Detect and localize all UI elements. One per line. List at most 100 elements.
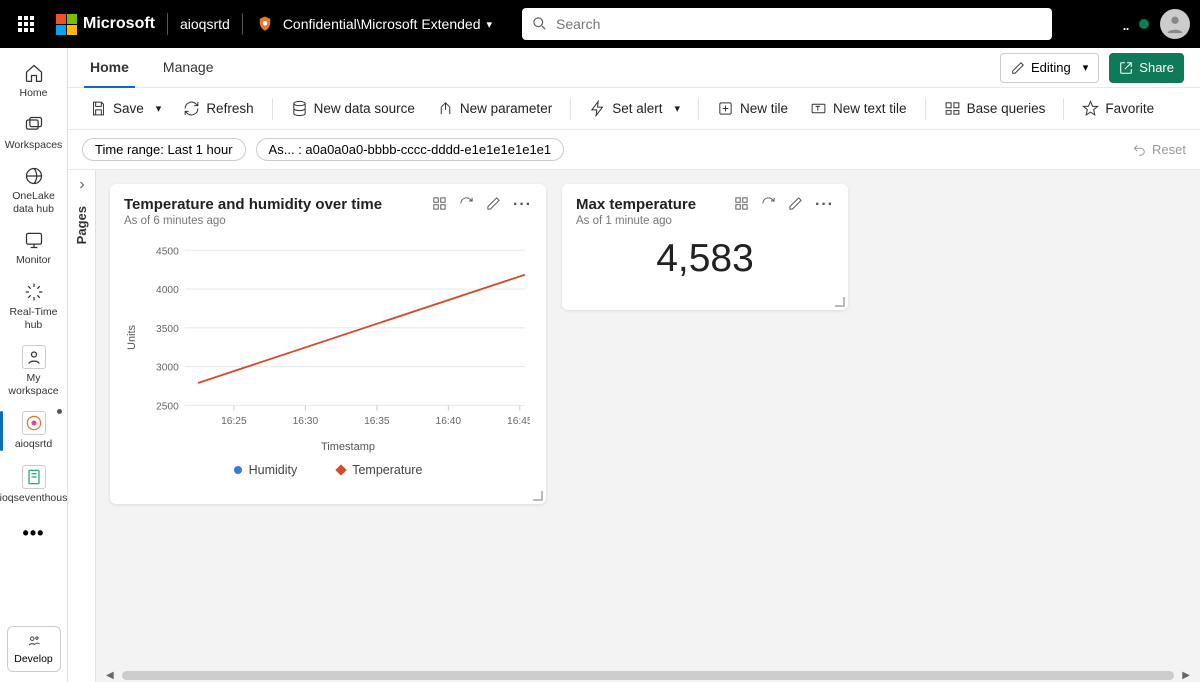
tile-temperature-humidity[interactable]: Temperature and humidity over time As of… (110, 184, 546, 504)
nav-eventhouse[interactable]: aioqseventhouse (4, 459, 64, 511)
tile-timestamp: As of 6 minutes ago (124, 215, 382, 227)
develop-icon (25, 634, 43, 651)
nav-workspaces[interactable]: Workspaces (4, 108, 64, 158)
undo-icon (1132, 143, 1146, 157)
database-icon (291, 100, 308, 117)
nav-my-workspace[interactable]: My workspace (4, 339, 64, 403)
star-icon (1082, 100, 1099, 117)
xtick: 16:30 (293, 416, 319, 427)
chevron-down-icon: ▾ (674, 102, 680, 115)
separator (242, 13, 243, 35)
nav-label: aioqsrtd (15, 438, 52, 451)
brand-text: Microsoft (83, 15, 155, 33)
metric-value: 4,583 (562, 237, 848, 281)
tile-explore-icon[interactable] (734, 196, 749, 216)
dashboard-icon (22, 411, 46, 435)
set-alert-button[interactable]: Set alert ▾ (581, 96, 688, 121)
text-tile-icon (810, 100, 827, 117)
alert-label: Set alert (612, 101, 662, 116)
nav-realtime[interactable]: Real-Time hub (4, 275, 64, 337)
monitor-icon (24, 229, 44, 251)
tile-icon (717, 100, 734, 117)
develop-button[interactable]: Develop (7, 626, 61, 672)
asset-chip[interactable]: As... : a0a0a0a0-bbbb-cccc-dddd-e1e1e1e1… (256, 138, 565, 161)
nav-label: Monitor (16, 254, 51, 267)
xtick: 16:40 (436, 416, 462, 427)
legend-humidity[interactable]: Humidity (234, 463, 298, 477)
tile-timestamp: As of 1 minute ago (576, 215, 696, 227)
refresh-icon (183, 100, 200, 117)
share-icon (1119, 61, 1133, 75)
scroll-right-icon[interactable]: ▶ (1182, 670, 1190, 681)
ytick: 4500 (156, 246, 179, 257)
line-chart: 4500 4000 3500 3000 2500 (142, 235, 530, 439)
favorite-button[interactable]: Favorite (1074, 96, 1162, 121)
search-icon (532, 16, 547, 36)
save-icon (90, 100, 107, 117)
workspace-context[interactable]: aioqsrtd (180, 16, 230, 32)
app-launcher-icon[interactable] (10, 8, 42, 40)
search-input[interactable] (522, 8, 1052, 40)
editing-label: Editing (1031, 60, 1071, 75)
tile-edit-icon[interactable] (788, 196, 803, 216)
new-text-tile-button[interactable]: New text tile (802, 96, 915, 121)
ytick: 2500 (156, 401, 179, 412)
global-header: Microsoft aioqsrtd Confidential\Microsof… (0, 0, 1200, 48)
scrollbar-track[interactable] (122, 671, 1175, 680)
resize-handle[interactable] (533, 491, 543, 501)
scroll-left-icon[interactable]: ◀ (106, 670, 114, 681)
confidentiality-label: Confidential\Microsoft Extended (283, 16, 481, 32)
realtime-icon (24, 281, 44, 303)
nav-home[interactable]: Home (4, 56, 64, 106)
confidentiality-dropdown[interactable]: Confidential\Microsoft Extended ▾ (255, 14, 492, 34)
editing-dropdown[interactable]: Editing ▾ (1000, 53, 1099, 83)
tile-more-icon[interactable]: ··· (815, 196, 834, 216)
tab-home[interactable]: Home (84, 48, 135, 88)
nav-label: Real-Time hub (4, 306, 64, 331)
tab-manage[interactable]: Manage (157, 48, 220, 88)
base-queries-button[interactable]: Base queries (936, 96, 1054, 121)
alert-icon (589, 100, 606, 117)
home-icon (24, 62, 44, 84)
new-parameter-button[interactable]: New parameter (429, 96, 560, 121)
nav-monitor[interactable]: Monitor (4, 223, 64, 273)
resize-handle[interactable] (835, 297, 845, 307)
ytick: 3500 (156, 324, 179, 335)
tile-edit-icon[interactable] (486, 196, 501, 216)
xtick: 16:25 (221, 416, 247, 427)
tile-refresh-icon[interactable] (459, 196, 474, 216)
new-datasource-button[interactable]: New data source (283, 96, 423, 121)
search-container (522, 8, 1052, 40)
chart-legend: Humidity Temperature (126, 463, 530, 477)
nav-label: My workspace (4, 372, 64, 397)
share-label: Share (1139, 60, 1174, 75)
tile-refresh-icon[interactable] (761, 196, 776, 216)
user-avatar[interactable] (1160, 9, 1190, 39)
time-range-chip[interactable]: Time range: Last 1 hour (82, 138, 246, 161)
more-icon[interactable]: .. (1122, 14, 1128, 35)
tile-more-icon[interactable]: ··· (513, 196, 532, 216)
nav-onelake[interactable]: OneLake data hub (4, 159, 64, 221)
new-text-label: New text tile (833, 101, 907, 116)
nav-more[interactable]: ••• (23, 513, 45, 554)
filter-bar: Time range: Last 1 hour As... : a0a0a0a0… (68, 130, 1200, 170)
nav-label: aioqseventhouse (0, 492, 68, 505)
board[interactable]: Temperature and humidity over time As of… (96, 170, 1200, 682)
pages-rail-label[interactable]: Pages (74, 206, 89, 244)
toolbar: Save▾ Refresh New data source New parame… (68, 88, 1200, 130)
horizontal-scrollbar[interactable]: ◀ ▶ (96, 668, 1200, 682)
tile-explore-icon[interactable] (432, 196, 447, 216)
base-queries-label: Base queries (967, 101, 1046, 116)
nav-aioqsrtd[interactable]: aioqsrtd (4, 405, 64, 457)
share-button[interactable]: Share (1109, 53, 1184, 83)
legend-temperature[interactable]: Temperature (337, 463, 422, 477)
chart-ylabel: Units (126, 235, 138, 439)
reset-button[interactable]: Reset (1132, 142, 1186, 157)
save-button[interactable]: Save▾ (82, 96, 169, 121)
expand-rail-icon[interactable] (76, 178, 88, 196)
main-area: Home Manage Editing ▾ Share Save▾ Refres… (68, 48, 1200, 682)
refresh-button[interactable]: Refresh (175, 96, 261, 121)
new-ds-label: New data source (314, 101, 415, 116)
new-tile-button[interactable]: New tile (709, 96, 796, 121)
tile-max-temperature[interactable]: Max temperature As of 1 minute ago ··· 4… (562, 184, 848, 310)
